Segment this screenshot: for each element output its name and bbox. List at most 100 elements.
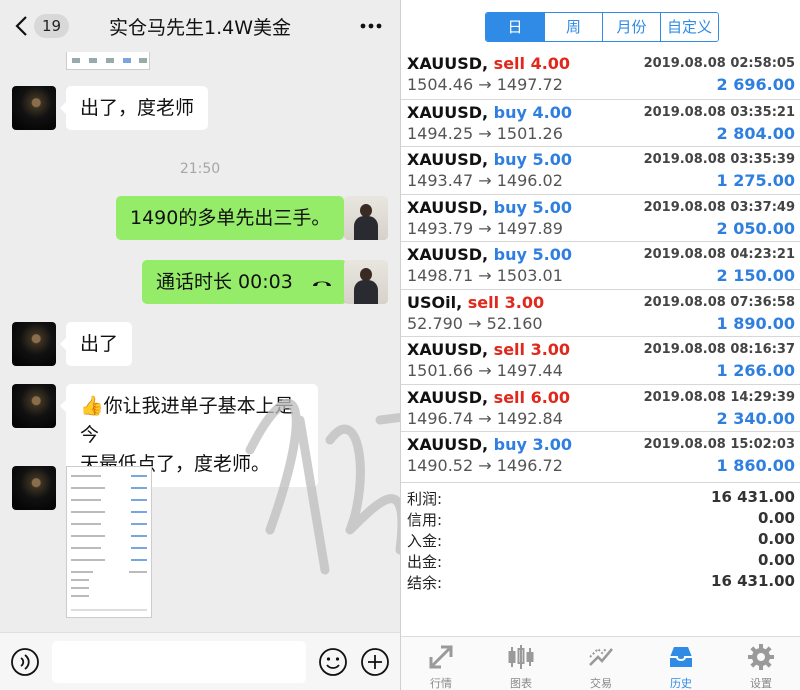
emoji-icon[interactable] <box>318 647 348 677</box>
trade-row[interactable]: XAUUSD, sell 6.00 1496.74 → 1492.84 2019.0… <box>401 383 800 432</box>
trade-side: buy 4.00 <box>493 102 572 122</box>
more-dots-icon[interactable] <box>358 16 384 36</box>
nav-label: 历史 <box>670 677 692 690</box>
symbol-name: XAUUSD, <box>407 102 489 122</box>
summary-label: 结余: <box>407 574 443 592</box>
trade-profit: 2 696.00 <box>716 75 795 94</box>
trade-prices: 1493.47 → 1496.02 <box>407 171 563 190</box>
nav-label: 交易 <box>590 677 612 690</box>
tab-custom[interactable]: 自定义 <box>660 13 718 41</box>
trade-prices: 1496.74 → 1492.84 <box>407 408 563 428</box>
trade-row[interactable]: XAUUSD, buy 5.00 1493.79 → 1497.89 2019.08… <box>401 193 800 242</box>
tab-day[interactable]: 日 <box>486 13 544 41</box>
trade-row[interactable]: USOil, sell 3.00 52.790 → 52.160 2019.08.0… <box>401 288 800 337</box>
trade-prices: 1490.52 → 1496.72 <box>407 456 563 475</box>
trade-side: buy 5.00 <box>493 245 572 264</box>
message-text-line1: 你让我进单子基本上是今 <box>80 395 294 446</box>
trade-side: buy 5.00 <box>493 150 572 169</box>
summary-value: 0.00 <box>757 551 795 569</box>
chat-header: 19 实仓马先生1.4W美金 <box>0 0 400 52</box>
tab-month[interactable]: 月份 <box>602 13 660 41</box>
summary-value: 16 431.00 <box>711 488 795 506</box>
trade-prices: 52.790 → 52.160 <box>407 313 543 333</box>
trade-row[interactable]: XAUUSD, sell 4.00 1504.46 → 1497.72 2019.0… <box>401 51 800 99</box>
nav-trade[interactable]: 交易 <box>561 637 641 690</box>
trade-symbol: XAUUSD, buy 4.00 <box>407 103 572 122</box>
nav-chart[interactable]: 图表 <box>481 637 561 690</box>
message-bubble-incoming[interactable]: 出了 <box>59 322 133 366</box>
summary-label: 利润: <box>407 490 443 508</box>
chat-input-bar <box>0 632 400 690</box>
trade-side: sell 6.00 <box>493 387 571 407</box>
chat-timestamp: 21:50 <box>179 161 221 177</box>
trade-row[interactable]: XAUUSD, buy 5.00 1498.71 → 1503.01 2019.08… <box>401 241 800 289</box>
history-icon <box>670 647 692 667</box>
trade-datetime: 2019.08.08 07:36:58 <box>643 294 795 310</box>
trade-profit: 2 804.00 <box>716 123 795 143</box>
symbol-name: XAUUSD, <box>407 197 489 217</box>
contact-avatar[interactable] <box>12 466 56 510</box>
summary-value: 16 431.00 <box>711 572 795 590</box>
trade-profit: 2 340.00 <box>716 408 795 428</box>
trade-row[interactable]: XAUUSD, buy 4.00 1494.25 → 1501.26 2019.08… <box>401 98 800 147</box>
tab-week[interactable]: 周 <box>544 13 602 41</box>
trade-datetime: 2019.08.08 04:23:21 <box>643 247 795 262</box>
trade-row[interactable]: XAUUSD, buy 5.00 1493.47 → 1496.02 2019.08… <box>401 146 800 194</box>
contact-avatar[interactable] <box>12 322 56 366</box>
message-text: 1490的多单先出三手。 <box>130 207 331 229</box>
user-avatar[interactable] <box>344 260 388 304</box>
call-duration-bubble[interactable]: 通话时长 00:03 <box>142 260 353 304</box>
contact-avatar[interactable] <box>12 86 56 130</box>
symbol-name: XAUUSD, <box>407 54 489 73</box>
chart-icon <box>508 645 534 669</box>
plus-icon[interactable] <box>360 647 390 677</box>
trade-row[interactable]: XAUUSD, sell 3.00 1501.66 → 1497.44 2019.0… <box>401 336 800 384</box>
symbol-name: XAUUSD, <box>407 245 489 264</box>
symbol-name: USOil, <box>407 292 463 312</box>
message-input[interactable] <box>52 641 306 683</box>
message-text: 出了，度老师 <box>80 97 195 119</box>
message-bubble-outgoing[interactable]: 1490的多单先出三手。 <box>116 196 351 240</box>
summary-label: 出金: <box>407 553 443 571</box>
trade-row[interactable]: XAUUSD, buy 3.00 1490.52 → 1496.72 2019.08… <box>401 431 800 479</box>
trade-datetime: 2019.08.08 14:29:39 <box>643 389 795 405</box>
symbol-name: XAUUSD, <box>407 387 489 407</box>
message-bubble-incoming[interactable]: 出了，度老师 <box>59 86 209 130</box>
nav-history[interactable]: 历史 <box>641 637 721 690</box>
user-avatar[interactable] <box>344 196 388 240</box>
trade-symbol: XAUUSD, sell 6.00 <box>407 388 570 407</box>
trade-symbol: XAUUSD, buy 5.00 <box>407 198 572 217</box>
call-duration-text: 通话时长 00:03 <box>156 271 293 293</box>
trade-profit: 1 860.00 <box>716 456 795 475</box>
message-text: 出了 <box>80 333 119 355</box>
trade-datetime: 2019.08.08 03:35:39 <box>643 152 795 167</box>
trade-datetime: 2019.08.08 08:16:37 <box>643 342 795 357</box>
trade-side: sell 3.00 <box>493 340 571 359</box>
image-message-thumbnail[interactable] <box>66 466 152 618</box>
nav-label: 设置 <box>750 677 772 690</box>
trade-profit: 1 890.00 <box>716 313 795 333</box>
trade-prices: 1494.25 → 1501.26 <box>407 123 563 143</box>
summary-row: 出金: 0.00 <box>401 551 800 572</box>
symbol-name: XAUUSD, <box>407 435 489 454</box>
symbol-name: XAUUSD, <box>407 340 489 359</box>
summary-row: 信用: 0.00 <box>401 509 800 530</box>
summary-value: 0.00 <box>757 509 795 527</box>
image-message-partial[interactable] <box>66 52 150 70</box>
period-tabs: 日 周 月份 自定义 <box>485 12 719 42</box>
voice-input-icon[interactable] <box>10 647 40 677</box>
trade-side: sell 3.00 <box>467 292 545 312</box>
trade-datetime: 2019.08.08 03:37:49 <box>643 199 795 215</box>
trade-prices: 1501.66 → 1497.44 <box>407 361 563 380</box>
nav-quotes[interactable]: 行情 <box>401 637 481 690</box>
summary-label: 信用: <box>407 511 443 529</box>
chat-panel: 19 实仓马先生1.4W美金 出了，度老师 21:50 1490的多单先出三手。… <box>0 0 400 690</box>
nav-settings[interactable]: 设置 <box>721 637 800 690</box>
trade-datetime: 2019.08.08 02:58:05 <box>643 56 795 71</box>
trade-prices: 1493.79 → 1497.89 <box>407 218 563 238</box>
trade-symbol: XAUUSD, buy 5.00 <box>407 150 572 169</box>
contact-avatar[interactable] <box>12 384 56 428</box>
trade-profit: 2 150.00 <box>716 266 795 285</box>
thumbs-up-icon: 👍 <box>80 395 104 417</box>
trade-icon <box>589 647 613 666</box>
